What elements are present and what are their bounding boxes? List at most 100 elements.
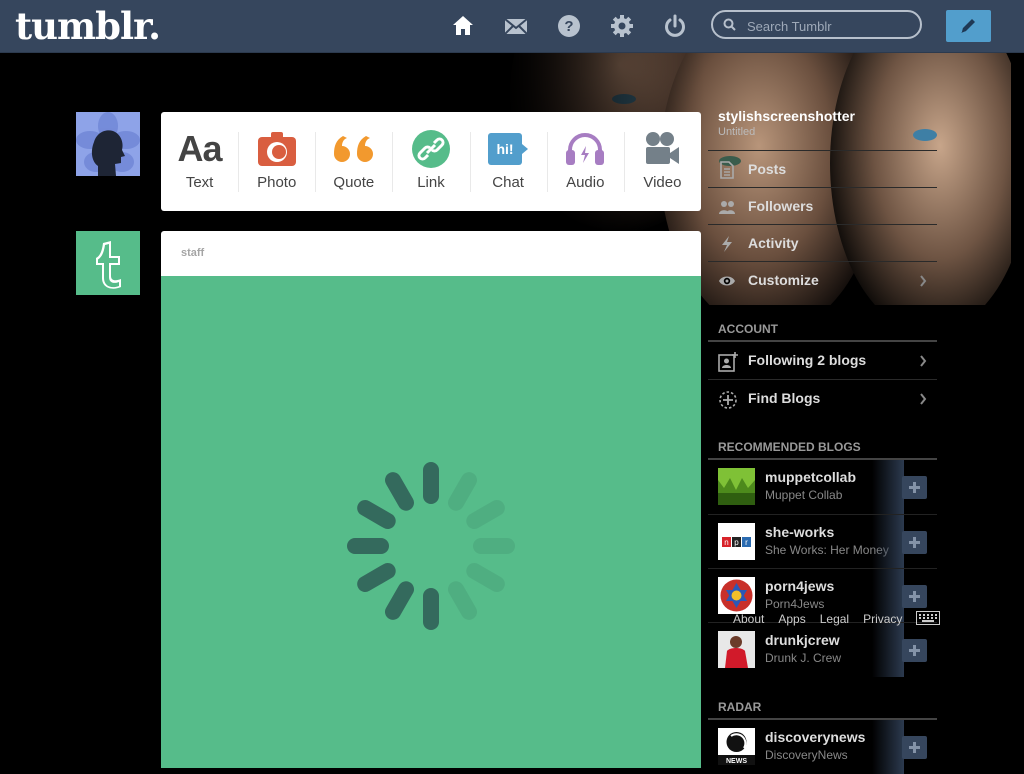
svg-text:NEWS: NEWS	[726, 758, 747, 765]
sidebar-item-label: Posts	[748, 161, 787, 177]
radar-blog-item[interactable]: NEWS discoverynews DiscoveryNews	[708, 720, 937, 774]
quote-icon	[333, 136, 373, 162]
top-header: tumblr. ?	[0, 0, 1024, 53]
home-icon[interactable]	[450, 13, 476, 39]
sidebar-item-label: Activity	[748, 235, 799, 251]
post-type-label: Link	[417, 174, 445, 191]
spinner-spoke	[423, 588, 439, 630]
help-icon[interactable]: ?	[556, 13, 582, 39]
recommended-blog-item[interactable]: muppetcollab Muppet Collab	[708, 460, 937, 514]
chevron-right-icon	[919, 392, 927, 410]
gear-icon[interactable]	[609, 13, 635, 39]
post-type-text[interactable]: Aa Text	[161, 112, 238, 211]
sidebar-item-find-blogs[interactable]: Find Blogs	[708, 379, 937, 416]
post-type-quote[interactable]: Quote	[315, 112, 392, 211]
headphones-icon	[566, 133, 605, 165]
sidebar-item-label: Following 2 blogs	[748, 352, 867, 368]
spinner-spoke	[357, 500, 396, 529]
follow-blog-button[interactable]	[902, 531, 927, 554]
svg-text:n: n	[724, 538, 728, 547]
text-icon: Aa	[177, 128, 223, 169]
post-type-label: Chat	[492, 174, 524, 191]
pencil-icon	[961, 19, 975, 33]
blog-avatar	[718, 468, 755, 505]
sidebar-item-following[interactable]: Following 2 blogs	[708, 342, 937, 378]
blog-name: porn4jews	[765, 578, 835, 594]
blog-avatar: npr	[718, 523, 755, 560]
footer-link-about[interactable]: About	[733, 612, 764, 626]
follow-blog-button[interactable]	[902, 585, 927, 608]
post-type-label: Audio	[566, 174, 605, 191]
user-avatar[interactable]	[76, 112, 140, 176]
chevron-right-icon	[919, 274, 927, 292]
footer-link-apps[interactable]: Apps	[778, 612, 805, 626]
loading-spinner-icon	[347, 462, 515, 630]
following-icon	[718, 352, 738, 377]
recommended-heading: RECOMMENDED BLOGS	[718, 440, 861, 454]
post-type-bar: Aa Text Photo Quote Link hi! Chat Audio …	[161, 112, 701, 211]
sidebar-blog-title: Untitled	[718, 126, 756, 138]
sidebar-item-label: Followers	[748, 198, 814, 214]
svg-text:?: ?	[564, 18, 573, 35]
spinner-spoke	[466, 563, 505, 592]
footer-link-privacy[interactable]: Privacy	[863, 612, 902, 626]
svg-text:p: p	[734, 538, 739, 547]
follow-blog-button[interactable]	[902, 639, 927, 662]
post-header: staff	[161, 231, 701, 276]
post-type-link[interactable]: Link	[392, 112, 469, 211]
footer-link-legal[interactable]: Legal	[820, 612, 849, 626]
post-type-video[interactable]: Video	[623, 112, 701, 211]
follow-blog-button[interactable]	[902, 736, 927, 759]
sidebar-blog-name[interactable]: stylishscreenshotter	[718, 108, 855, 124]
spinner-spoke	[448, 581, 477, 620]
blog-name: muppetcollab	[765, 469, 857, 485]
post-author[interactable]: staff	[181, 247, 204, 259]
sidebar-item-label: Customize	[748, 272, 819, 288]
eye-icon	[718, 272, 736, 295]
follow-blog-button[interactable]	[902, 476, 927, 499]
radar-heading: RADAR	[718, 700, 762, 714]
sidebar-item-label: Find Blogs	[748, 390, 821, 406]
footer-links: About Apps Legal Privacy	[733, 612, 916, 626]
post-type-label: Video	[643, 174, 682, 191]
staff-avatar[interactable]	[76, 231, 140, 295]
compose-button[interactable]	[946, 10, 991, 42]
sidebar-item-activity[interactable]: Activity	[708, 224, 937, 261]
search-icon	[723, 18, 736, 36]
find-blogs-icon	[718, 390, 738, 415]
svg-text:hi!: hi!	[497, 141, 514, 157]
svg-text:r: r	[745, 538, 748, 547]
spinner-spoke	[448, 472, 477, 511]
chat-icon: hi!	[488, 133, 529, 165]
search-input[interactable]	[745, 16, 919, 36]
post-type-label: Photo	[257, 174, 297, 191]
post-content[interactable]	[161, 276, 701, 768]
search-box[interactable]	[711, 10, 922, 39]
blog-avatar	[718, 631, 755, 668]
mail-icon[interactable]	[503, 13, 529, 39]
post-type-label: Text	[185, 174, 214, 191]
post-type-chat[interactable]: hi! Chat	[469, 112, 547, 211]
video-camera-icon	[646, 132, 680, 164]
keyboard-shortcuts-icon[interactable]	[916, 611, 940, 630]
chevron-right-icon	[919, 354, 927, 372]
sidebar-item-customize[interactable]: Customize	[708, 261, 937, 298]
spinner-spoke	[423, 462, 439, 504]
blog-name: discoverynews	[765, 729, 866, 745]
tumblr-logo[interactable]: tumblr.	[15, 4, 161, 48]
recommended-blog-item[interactable]: drunkjcrew Drunk J. Crew	[708, 622, 937, 677]
blog-name: she-works	[765, 524, 835, 540]
spinner-spoke	[473, 538, 515, 554]
power-icon[interactable]	[662, 13, 688, 39]
recommended-blog-item[interactable]: npr she-works She Works: Her Money	[708, 514, 937, 569]
activity-icon	[718, 235, 736, 258]
document-icon	[718, 161, 736, 184]
post-type-label: Quote	[333, 174, 375, 191]
post-type-photo[interactable]: Photo	[238, 112, 315, 211]
sidebar-item-followers[interactable]: Followers	[708, 187, 937, 224]
blog-name: drunkjcrew	[765, 632, 840, 648]
sidebar-item-posts[interactable]: Posts	[708, 150, 937, 187]
post-type-audio[interactable]: Audio	[546, 112, 624, 211]
spinner-spoke	[385, 472, 414, 511]
spinner-spoke	[466, 500, 505, 529]
